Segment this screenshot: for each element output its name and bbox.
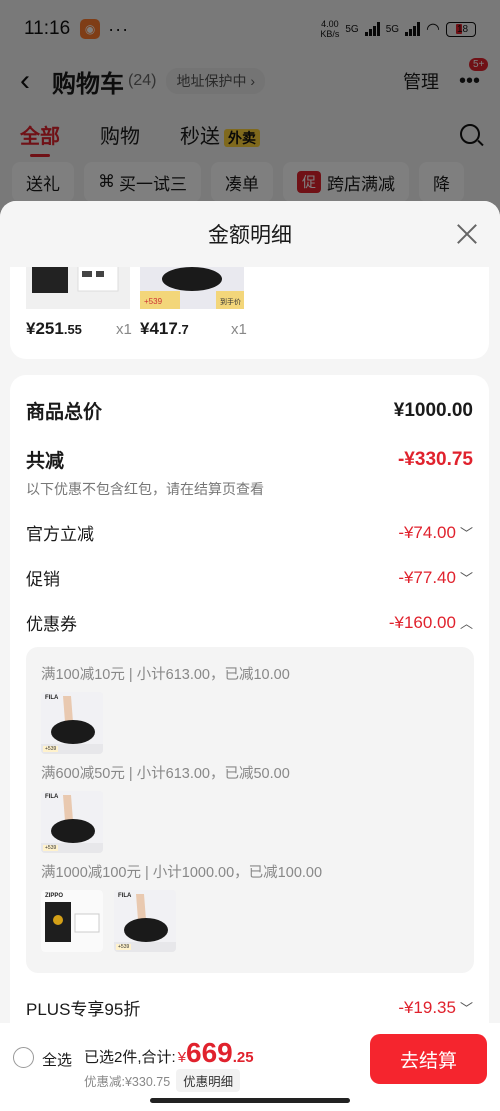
reduce-label: 共减 — [26, 451, 65, 472]
official-discount-value: -¥74.00 — [398, 522, 456, 542]
coupon-detail-box: 满100减10元 | 小计613.00，已减10.00 FILA +539 满6… — [26, 647, 474, 973]
svg-text:+539: +539 — [144, 297, 163, 306]
product-image-lighter — [26, 267, 130, 309]
promotion-row[interactable]: 促销 -¥77.40 ﹀ — [26, 565, 473, 590]
discount-detail-button[interactable]: 优惠明细 — [176, 1069, 241, 1092]
total-value: ¥1000.00 — [393, 399, 473, 421]
official-discount-label: 官方立减 — [26, 525, 94, 544]
product-price: ¥417.7 — [140, 319, 189, 338]
discount-text: 优惠减:¥330.75 — [84, 1075, 171, 1089]
total-amount-dec: .25 — [232, 1049, 254, 1066]
coupon-row[interactable]: 优惠券 -¥160.00 ︿ — [26, 610, 473, 635]
sheet-title: 金额明细 — [208, 224, 292, 247]
total-label: 商品总价 — [26, 402, 103, 423]
checkout-button[interactable]: 去结算 — [370, 1034, 487, 1084]
total-amount-int: 669 — [186, 1037, 233, 1068]
currency-symbol: ¥ — [177, 1049, 187, 1066]
product-summary-card: +539 到手价 ¥251.55 x1 ¥417.7 x1 — [10, 267, 489, 359]
plus-discount-value: -¥19.35 — [398, 997, 456, 1017]
chevron-down-icon: ﹀ — [459, 526, 473, 541]
coupon-product-thumb: ZIPPO — [41, 890, 103, 952]
total-row: 商品总价 ¥1000.00 — [26, 397, 473, 424]
amount-detail-sheet: 金额明细 +539 到手价 ¥251.55 x1 ¥417.7 x1 商品总价 … — [0, 201, 500, 1111]
chevron-down-icon: ﹀ — [459, 1001, 473, 1016]
coupon-product-thumb: FILA +539 — [114, 890, 176, 952]
sheet-header: 金额明细 — [0, 201, 500, 267]
svg-text:到手价: 到手价 — [220, 297, 241, 306]
shoe-image: +539 到手价 — [140, 267, 244, 309]
plus-discount-row[interactable]: PLUS专享95折 -¥19.35 ﹀ — [26, 995, 473, 1020]
coupon-value: -¥160.00 — [388, 612, 456, 632]
close-icon[interactable] — [456, 223, 478, 245]
discount-note: 以下优惠不包含红包，请在结算页查看 — [26, 481, 264, 497]
total-summary: 已选2件,合计: ¥ 669 .25 — [84, 1037, 254, 1069]
select-all-radio[interactable] — [13, 1047, 34, 1068]
coupon-label: 优惠券 — [26, 615, 77, 634]
official-discount-row[interactable]: 官方立减 -¥74.00 ﹀ — [26, 520, 473, 545]
plus-discount-label: PLUS专享95折 — [26, 1000, 141, 1019]
discount-summary: 优惠减:¥330.75 优惠明细 — [84, 1069, 241, 1092]
amount-detail-card: 商品总价 ¥1000.00 共减 -¥330.75 以下优惠不包含红包，请在结算… — [10, 375, 489, 1055]
coupon-product-thumb: FILA +539 — [41, 791, 103, 853]
chevron-up-icon: ︿ — [459, 616, 473, 631]
reduce-value: -¥330.75 — [397, 448, 473, 470]
product-image-shoe: +539 到手价 — [140, 267, 244, 309]
product-qty: x1 — [116, 321, 132, 338]
chevron-down-icon: ﹀ — [459, 571, 473, 586]
coupon-product-thumb: FILA +539 — [41, 692, 103, 754]
selected-text: 已选2件,合计: — [84, 1049, 176, 1066]
select-all-label[interactable]: 全选 — [42, 1049, 72, 1070]
product-price: ¥251.55 — [26, 319, 82, 338]
coupon-line: 满100减10元 | 小计613.00，已减10.00 — [41, 667, 290, 683]
product-qty: x1 — [231, 321, 247, 338]
lighter-image — [26, 267, 130, 309]
reduce-row: 共减 -¥330.75 — [26, 446, 473, 473]
promotion-label: 促销 — [26, 570, 60, 589]
home-indicator[interactable] — [150, 1098, 350, 1103]
coupon-line: 满600减50元 | 小计613.00，已减50.00 — [41, 766, 290, 782]
coupon-line: 满1000减100元 | 小计1000.00，已减100.00 — [41, 865, 323, 881]
promotion-value: -¥77.40 — [398, 567, 456, 587]
